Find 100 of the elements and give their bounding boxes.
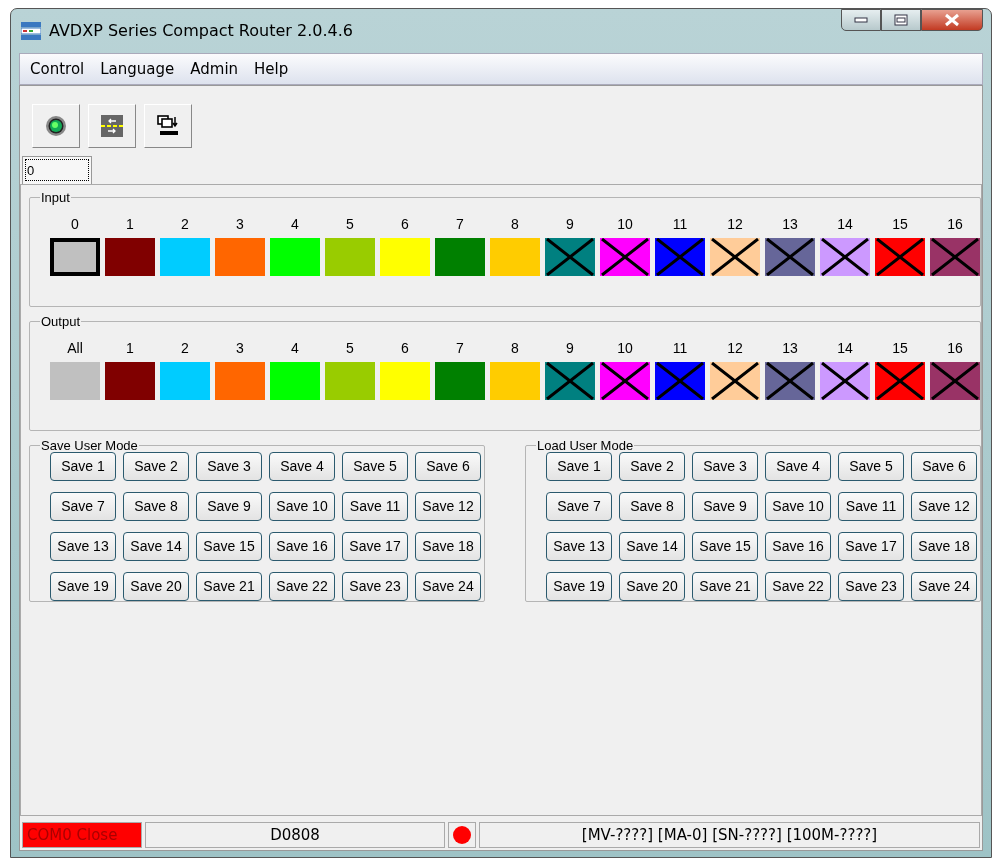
channel-label: 14: [837, 340, 853, 356]
channel-swatch[interactable]: [930, 362, 980, 400]
menu-item[interactable]: Admin: [184, 57, 245, 81]
save-mode-button[interactable]: Save 11: [342, 492, 408, 521]
load-mode-button[interactable]: Save 5: [838, 452, 904, 481]
save-mode-button[interactable]: Save 18: [415, 532, 481, 561]
channel-label: 8: [511, 340, 519, 356]
channel-swatch[interactable]: [50, 362, 100, 400]
channel-swatch[interactable]: [325, 362, 375, 400]
windows-binary-icon: [156, 114, 180, 138]
load-mode-button[interactable]: Save 10: [765, 492, 831, 521]
toolbar-button[interactable]: [144, 104, 192, 148]
save-mode-button[interactable]: Save 6: [415, 452, 481, 481]
load-mode-button[interactable]: Save 12: [911, 492, 977, 521]
maximize-button[interactable]: [881, 9, 921, 31]
save-mode-button[interactable]: Save 15: [196, 532, 262, 561]
channel-swatch[interactable]: [710, 238, 760, 276]
channel-label: 1: [126, 340, 134, 356]
save-mode-button[interactable]: Save 9: [196, 492, 262, 521]
channel-swatch[interactable]: [600, 238, 650, 276]
load-mode-button[interactable]: Save 4: [765, 452, 831, 481]
channel-swatch[interactable]: [875, 362, 925, 400]
channel-swatch[interactable]: [160, 238, 210, 276]
load-mode-button[interactable]: Save 14: [619, 532, 685, 561]
channel-swatch[interactable]: [215, 238, 265, 276]
save-mode-button[interactable]: Save 3: [196, 452, 262, 481]
channel-swatch[interactable]: [930, 238, 980, 276]
save-mode-button[interactable]: Save 1: [50, 452, 116, 481]
save-mode-button[interactable]: Save 16: [269, 532, 335, 561]
channel-swatch[interactable]: [655, 238, 705, 276]
channel-swatch[interactable]: [545, 238, 595, 276]
save-mode-button[interactable]: Save 19: [50, 572, 116, 601]
load-mode-button[interactable]: Save 24: [911, 572, 977, 601]
tab[interactable]: 0: [22, 156, 92, 184]
save-mode-button[interactable]: Save 14: [123, 532, 189, 561]
load-mode-button[interactable]: Save 1: [546, 452, 612, 481]
save-mode-button[interactable]: Save 20: [123, 572, 189, 601]
save-mode-button[interactable]: Save 23: [342, 572, 408, 601]
save-mode-button[interactable]: Save 21: [196, 572, 262, 601]
save-mode-button[interactable]: Save 4: [269, 452, 335, 481]
channel-swatch[interactable]: [490, 362, 540, 400]
save-mode-button[interactable]: Save 17: [342, 532, 408, 561]
channel-swatch[interactable]: [490, 238, 540, 276]
load-mode-button[interactable]: Save 11: [838, 492, 904, 521]
toolbar-button[interactable]: [32, 104, 80, 148]
save-mode-button[interactable]: Save 22: [269, 572, 335, 601]
load-mode-button[interactable]: Save 3: [692, 452, 758, 481]
channel-swatch[interactable]: [820, 238, 870, 276]
load-mode-button[interactable]: Save 18: [911, 532, 977, 561]
channel-swatch[interactable]: [380, 362, 430, 400]
channel-swatch[interactable]: [820, 362, 870, 400]
channel-swatch[interactable]: [50, 238, 100, 276]
channel-swatch[interactable]: [600, 362, 650, 400]
load-mode-button[interactable]: Save 6: [911, 452, 977, 481]
load-mode-button[interactable]: Save 17: [838, 532, 904, 561]
save-mode-button[interactable]: Save 8: [123, 492, 189, 521]
channel-label: 3: [236, 340, 244, 356]
channel-swatch[interactable]: [105, 238, 155, 276]
save-mode-button[interactable]: Save 7: [50, 492, 116, 521]
save-mode-button[interactable]: Save 13: [50, 532, 116, 561]
load-mode-button[interactable]: Save 21: [692, 572, 758, 601]
load-mode-button[interactable]: Save 23: [838, 572, 904, 601]
save-mode-button[interactable]: Save 24: [415, 572, 481, 601]
channel-swatch[interactable]: [875, 238, 925, 276]
save-mode-button[interactable]: Save 10: [269, 492, 335, 521]
load-mode-button[interactable]: Save 19: [546, 572, 612, 601]
channel-swatch[interactable]: [765, 362, 815, 400]
minimize-button[interactable]: [841, 9, 881, 31]
channel-swatch[interactable]: [435, 238, 485, 276]
save-mode-button[interactable]: Save 12: [415, 492, 481, 521]
load-mode-button[interactable]: Save 20: [619, 572, 685, 601]
load-mode-button[interactable]: Save 15: [692, 532, 758, 561]
load-mode-button[interactable]: Save 2: [619, 452, 685, 481]
channel-swatch[interactable]: [710, 362, 760, 400]
load-mode-button[interactable]: Save 9: [692, 492, 758, 521]
load-mode-button[interactable]: Save 8: [619, 492, 685, 521]
channel-swatch[interactable]: [105, 362, 155, 400]
save-mode-button[interactable]: Save 2: [123, 452, 189, 481]
load-mode-button[interactable]: Save 22: [765, 572, 831, 601]
channel-swatch[interactable]: [655, 362, 705, 400]
channel-swatch[interactable]: [545, 362, 595, 400]
channel-swatch[interactable]: [270, 238, 320, 276]
channel-swatch[interactable]: [270, 362, 320, 400]
channel-swatch[interactable]: [215, 362, 265, 400]
menu-item[interactable]: Control: [24, 57, 91, 81]
app-logo-icon: [21, 22, 41, 40]
save-mode-button[interactable]: Save 5: [342, 452, 408, 481]
load-mode-button[interactable]: Save 16: [765, 532, 831, 561]
load-mode-button[interactable]: Save 13: [546, 532, 612, 561]
menu-item[interactable]: Language: [94, 57, 181, 81]
channel-swatch[interactable]: [325, 238, 375, 276]
channel-swatch[interactable]: [380, 238, 430, 276]
load-mode-button[interactable]: Save 7: [546, 492, 612, 521]
menu-item[interactable]: Help: [248, 57, 295, 81]
close-button[interactable]: [921, 9, 983, 31]
channel-swatch[interactable]: [765, 238, 815, 276]
channel-label: 5: [346, 216, 354, 232]
channel-swatch[interactable]: [435, 362, 485, 400]
channel-swatch[interactable]: [160, 362, 210, 400]
group-label: Input: [40, 191, 71, 204]
